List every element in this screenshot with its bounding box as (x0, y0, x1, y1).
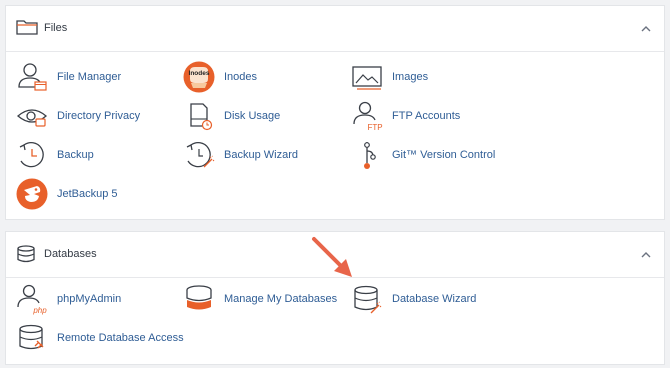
images-link[interactable]: Images (351, 61, 428, 93)
remote-database-icon (16, 322, 48, 354)
chevron-up-icon[interactable] (638, 247, 654, 263)
files-panel: Files File Manager Inodes Inodes Images … (5, 5, 665, 220)
directory-privacy-icon (16, 100, 48, 132)
database-icon (16, 245, 36, 268)
manage-databases-icon (183, 283, 215, 315)
git-version-control-link[interactable]: Git™ Version Control (351, 139, 495, 171)
annotation-arrow-icon (300, 233, 360, 288)
database-wizard-label: Database Wizard (392, 293, 477, 305)
php-badge: php (32, 306, 47, 315)
inodes-icon: Inodes (183, 61, 215, 93)
files-panel-title: Files (44, 22, 68, 34)
phpmyadmin-label: phpMyAdmin (57, 293, 122, 305)
inodes-label: Inodes (224, 71, 258, 83)
images-label: Images (392, 71, 429, 83)
disk-usage-icon (183, 100, 215, 132)
folder-icon (16, 19, 38, 40)
ftp-badge: FTP (367, 123, 382, 132)
ftp-accounts-label: FTP Accounts (392, 110, 461, 122)
phpmyadmin-icon: php (16, 283, 48, 315)
git-icon (351, 139, 383, 171)
jetbackup-label: JetBackup 5 (57, 188, 118, 200)
ftp-accounts-icon: FTP (351, 100, 383, 132)
disk-usage-label: Disk Usage (224, 110, 281, 122)
database-wizard-link[interactable]: Database Wizard (351, 283, 476, 315)
manage-databases-label: Manage My Databases (224, 293, 338, 305)
backup-wizard-label: Backup Wizard (224, 149, 298, 161)
images-icon (351, 61, 383, 93)
ftp-accounts-link[interactable]: FTP FTP Accounts (351, 100, 460, 132)
directory-privacy-link[interactable]: Directory Privacy (16, 100, 140, 132)
file-manager-icon (16, 61, 48, 93)
remote-database-access-link[interactable]: Remote Database Access (16, 322, 184, 354)
jetbackup-link[interactable]: JetBackup 5 (16, 178, 118, 210)
git-version-control-label: Git™ Version Control (392, 149, 496, 161)
remote-database-access-label: Remote Database Access (57, 332, 184, 344)
backup-wizard-icon (183, 139, 215, 171)
jetbackup-icon (16, 178, 48, 210)
databases-panel-title: Databases (44, 248, 97, 260)
file-manager-label: File Manager (57, 71, 122, 83)
inodes-link[interactable]: Inodes Inodes (183, 61, 257, 93)
phpmyadmin-link[interactable]: php phpMyAdmin (16, 283, 121, 315)
backup-wizard-link[interactable]: Backup Wizard (183, 139, 298, 171)
inodes-badge: Inodes (189, 70, 210, 77)
directory-privacy-label: Directory Privacy (57, 110, 141, 122)
chevron-up-icon[interactable] (638, 21, 654, 37)
disk-usage-link[interactable]: Disk Usage (183, 100, 280, 132)
backup-icon (16, 139, 48, 171)
backup-label: Backup (57, 149, 94, 161)
file-manager-link[interactable]: File Manager (16, 61, 121, 93)
files-panel-header[interactable]: Files (6, 6, 664, 52)
backup-link[interactable]: Backup (16, 139, 94, 171)
